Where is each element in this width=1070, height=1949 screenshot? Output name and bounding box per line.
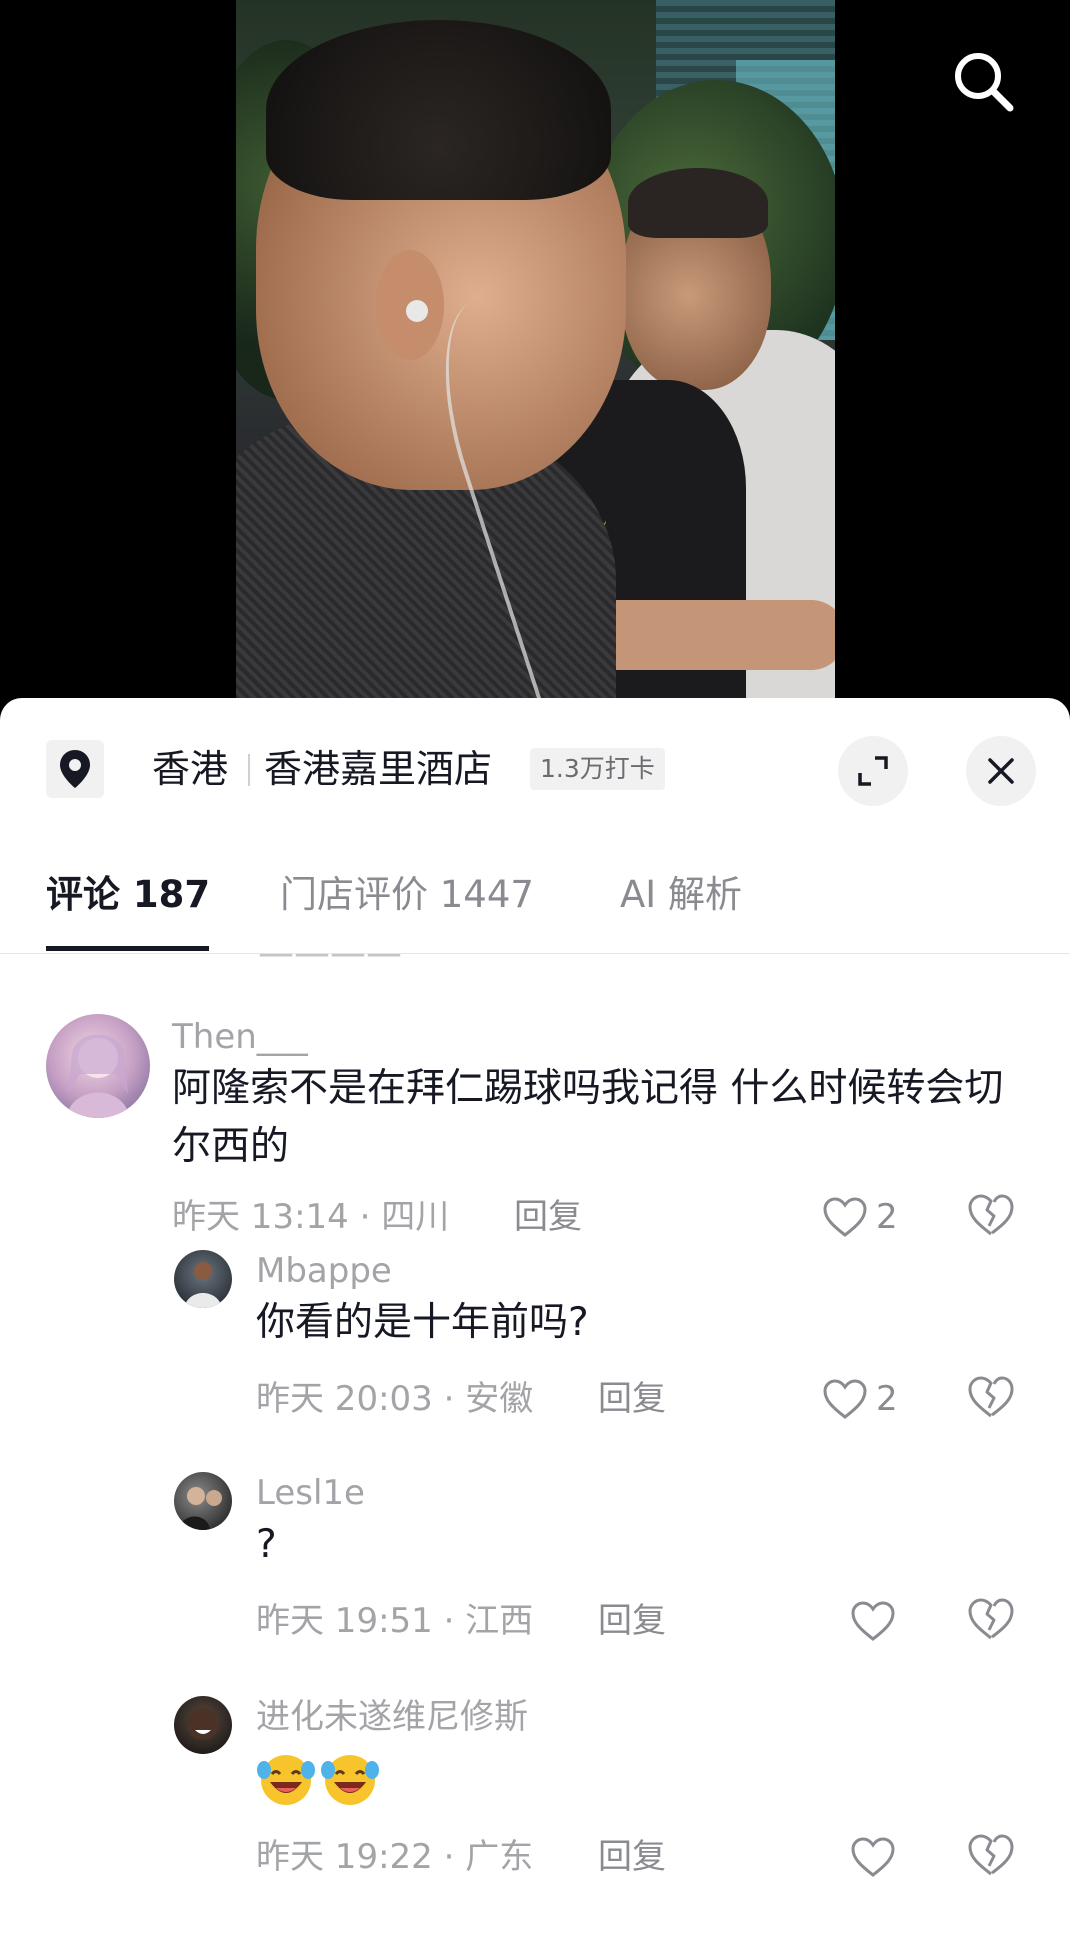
location-pin-icon (46, 740, 104, 798)
avatar[interactable] (174, 1696, 232, 1754)
divider (248, 754, 250, 786)
laughing-crying-emoji (256, 1748, 316, 1808)
comment-text: 阿隆索不是在拜仁踢球吗我记得 什么时候转会切尔西的 (172, 1066, 1004, 1169)
avatar[interactable] (174, 1250, 232, 1308)
comment-username[interactable]: 进化未遂维尼修斯 (256, 1696, 528, 1738)
comment-time-location: 昨天 19:51 · 江西 (256, 1601, 534, 1641)
like-count: 2 (876, 1197, 898, 1237)
like-count: 2 (876, 1379, 898, 1419)
broken-heart-icon[interactable] (966, 1374, 1016, 1424)
expand-icon[interactable] (838, 736, 908, 806)
comment-time-location: 昨天 19:22 · 广东 (256, 1837, 534, 1877)
like-button[interactable]: 2 (822, 1192, 898, 1242)
avatar[interactable] (46, 1014, 150, 1118)
tab-store-reviews[interactable]: 门店评价 1447 (280, 872, 534, 918)
comment-time-location: 昨天 20:03 · 安徽 (256, 1379, 534, 1419)
reply-button[interactable]: 回复 (598, 1600, 666, 1642)
broken-heart-icon[interactable] (966, 1832, 1016, 1882)
location-place: 香港嘉里酒店 (264, 747, 493, 791)
like-button[interactable] (850, 1596, 896, 1646)
reply-button[interactable]: 回复 (598, 1378, 666, 1420)
reply-button[interactable]: 回复 (514, 1196, 582, 1238)
comment-sheet: 香港 香港嘉里酒店 1.3万打卡 评论 187 门店评价 1447 AI 解析 … (0, 698, 1070, 1949)
checkin-count-badge: 1.3万打卡 (530, 748, 665, 790)
heart-icon (823, 1197, 867, 1237)
comment-text: 你看的是十年前吗? (256, 1300, 589, 1345)
heart-icon (851, 1601, 895, 1641)
avatar[interactable] (174, 1472, 232, 1530)
tab-comments[interactable]: 评论 187 (46, 872, 210, 918)
comment-time-location: 昨天 13:14 · 四川 (172, 1197, 450, 1237)
clipped-previous-comment: ———— (258, 954, 402, 976)
video-frame (236, 0, 835, 720)
comment-username[interactable]: Then___ (172, 1016, 308, 1058)
heart-icon (823, 1379, 867, 1419)
tab-ai-analysis[interactable]: AI 解析 (620, 872, 742, 918)
location-city: 香港 (152, 747, 229, 791)
reply-button[interactable]: 回复 (598, 1836, 666, 1878)
broken-heart-icon[interactable] (966, 1192, 1016, 1242)
broken-heart-icon[interactable] (966, 1596, 1016, 1646)
heart-icon (851, 1837, 895, 1877)
laughing-crying-emoji (320, 1748, 380, 1808)
close-icon[interactable] (966, 736, 1036, 806)
comment-list[interactable]: ———— Then___ 阿隆索不是在拜仁踢球吗我记得 什么时候转会切尔西的 昨… (0, 954, 1070, 1949)
comment-username[interactable]: Lesl1e (256, 1472, 365, 1514)
video-player[interactable] (0, 0, 1070, 720)
tab-bar: 评论 187 门店评价 1447 AI 解析 (0, 838, 1070, 954)
like-button[interactable]: 2 (822, 1374, 898, 1424)
tab-underline (46, 946, 209, 951)
comment-text: ? (256, 1522, 277, 1567)
search-icon[interactable] (950, 48, 1016, 114)
comment-username[interactable]: Mbappe (256, 1250, 392, 1292)
like-button[interactable] (850, 1832, 896, 1882)
location-bar[interactable]: 香港 香港嘉里酒店 1.3万打卡 (0, 698, 1070, 838)
